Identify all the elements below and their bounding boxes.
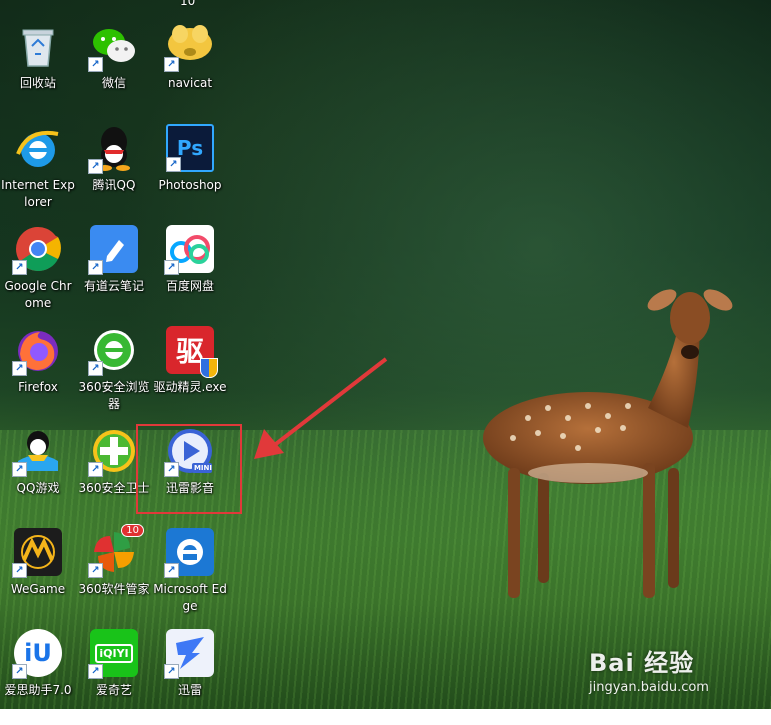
desktop-icon-internet-explorer[interactable]: Internet Explorer <box>1 124 75 220</box>
desktop-icon-recycle-bin[interactable]: 回收站 <box>2 22 74 118</box>
desktop-icon-driver-genius[interactable]: 驱 驱动精灵.exe <box>153 326 227 422</box>
icon-label: 360软件管家 <box>78 582 150 596</box>
deer-illustration <box>483 289 733 598</box>
shortcut-arrow-icon: ↗ <box>12 664 27 679</box>
wechat-icon: ↗ <box>88 22 138 72</box>
desktop-icon-wechat[interactable]: ↗ 微信 <box>78 22 150 118</box>
shortcut-arrow-icon: ↗ <box>88 462 103 477</box>
iqiyi-icon: iQIYI ↗ <box>88 629 138 679</box>
icon-label: 腾讯QQ <box>92 178 136 192</box>
i4-glyph: iU <box>24 639 52 667</box>
desktop-icon-youdao-note[interactable]: ↗ 有道云笔记 <box>78 225 150 321</box>
baidu-netdisk-icon: ↗ <box>164 225 214 275</box>
youdao-note-icon: ↗ <box>88 225 138 275</box>
shortcut-arrow-icon: ↗ <box>88 361 103 376</box>
shortcut-arrow-icon: ↗ <box>12 462 27 477</box>
recycle-bin-icon <box>14 22 62 70</box>
shortcut-arrow-icon: ↗ <box>88 664 103 679</box>
icon-label: 爱奇艺 <box>95 683 132 697</box>
icon-label: Firefox <box>18 380 58 394</box>
360-browser-icon: ↗ <box>88 326 138 376</box>
desktop-icon-firefox[interactable]: ↗ Firefox <box>2 326 74 422</box>
i4-assistant-icon: iU ↗ <box>12 629 62 679</box>
edge-icon: ↗ <box>164 528 214 578</box>
shortcut-arrow-icon: ↗ <box>88 563 103 578</box>
shortcut-arrow-icon: ↗ <box>88 57 103 72</box>
shortcut-arrow-icon: ↗ <box>164 57 179 72</box>
desktop-icon-360-software-manager[interactable]: 10 ↗ 360软件管家 <box>78 524 150 624</box>
shortcut-arrow-icon: ↗ <box>12 260 27 275</box>
icon-label: 驱动精灵.exe <box>153 380 227 394</box>
firefox-icon: ↗ <box>12 326 62 376</box>
desktop-icon-wegame[interactable]: ↗ WeGame <box>2 528 74 624</box>
icon-label: Google Chrome <box>4 279 72 310</box>
desktop-icon-i4-assistant[interactable]: iU ↗ 爱思助手7.0 <box>2 629 74 725</box>
shortcut-arrow-icon: ↗ <box>88 159 103 174</box>
watermark-url: jingyan.baidu.com <box>589 680 709 695</box>
icon-label: 360安全浏览器 <box>78 380 150 411</box>
desktop-icon-iqiyi[interactable]: iQIYI ↗ 爱奇艺 <box>78 629 150 725</box>
icon-label: 爱思助手7.0 <box>4 683 72 697</box>
360-safe-icon: ↗ <box>88 427 138 477</box>
uac-shield-icon <box>200 358 218 378</box>
desktop-icon-xunlei[interactable]: ↗ 迅雷 <box>154 629 226 725</box>
desktop-icon-tencent-qq[interactable]: ↗ 腾讯QQ <box>78 124 150 220</box>
icon-label: navicat <box>167 76 213 90</box>
desktop-icon-baidu-netdisk[interactable]: ↗ 百度网盘 <box>154 225 226 321</box>
icon-label: Internet Explorer <box>1 178 75 209</box>
icon-label: 回收站 <box>19 76 56 90</box>
shortcut-arrow-icon: ↗ <box>88 260 103 275</box>
xunlei-icon: ↗ <box>164 629 214 679</box>
wegame-icon: ↗ <box>12 528 62 578</box>
desktop-icon-photoshop[interactable]: Ps ↗ Photoshop <box>154 124 226 220</box>
desktop-background: 10 回收站 Internet Explorer ↗ Google Chrome… <box>0 0 771 709</box>
shortcut-arrow-icon: ↗ <box>164 563 179 578</box>
notification-badge: 10 <box>121 524 144 537</box>
icon-label: 微信 <box>101 76 126 90</box>
shortcut-arrow-icon: ↗ <box>164 664 179 679</box>
icon-label: Photoshop <box>158 178 222 192</box>
driver-genius-icon: 驱 <box>166 326 218 378</box>
desktop-icon-google-chrome[interactable]: ↗ Google Chrome <box>2 225 74 321</box>
photoshop-icon: Ps ↗ <box>166 124 214 172</box>
icon-label: 迅雷 <box>177 683 202 697</box>
qq-game-icon: ↗ <box>12 427 62 477</box>
icon-label: 有道云笔记 <box>83 279 144 293</box>
shortcut-arrow-icon: ↗ <box>12 361 27 376</box>
shortcut-arrow-icon: ↗ <box>166 157 181 172</box>
pointer-arrow <box>254 357 388 459</box>
icon-label: 百度网盘 <box>165 279 214 293</box>
desktop-icon-navicat[interactable]: ↗ navicat <box>154 22 226 118</box>
desktop-icon-360-browser[interactable]: ↗ 360安全浏览器 <box>78 326 150 422</box>
desktop-icon-microsoft-edge[interactable]: ↗ Microsoft Edge <box>153 528 227 624</box>
shortcut-arrow-icon: ↗ <box>164 260 179 275</box>
partial-icon-label: 10 <box>180 0 196 8</box>
watermark-logo: Bai 经验 <box>589 649 695 677</box>
360-software-manager-icon: 10 ↗ <box>88 524 144 578</box>
icon-label: Microsoft Edge <box>153 582 227 613</box>
baidu-jingyan-watermark: Bai 经验 jingyan.baidu.com <box>589 643 749 695</box>
icon-label: QQ游戏 <box>16 481 60 495</box>
navicat-icon: ↗ <box>164 22 214 72</box>
internet-explorer-icon <box>14 124 62 172</box>
iqiyi-glyph: iQIYI <box>95 643 133 663</box>
icon-label: WeGame <box>10 582 66 596</box>
qq-icon: ↗ <box>88 124 138 174</box>
chrome-icon: ↗ <box>12 225 62 275</box>
highlight-rectangle <box>136 424 242 514</box>
desktop-icon-qq-game[interactable]: ↗ QQ游戏 <box>2 427 74 523</box>
shortcut-arrow-icon: ↗ <box>12 563 27 578</box>
